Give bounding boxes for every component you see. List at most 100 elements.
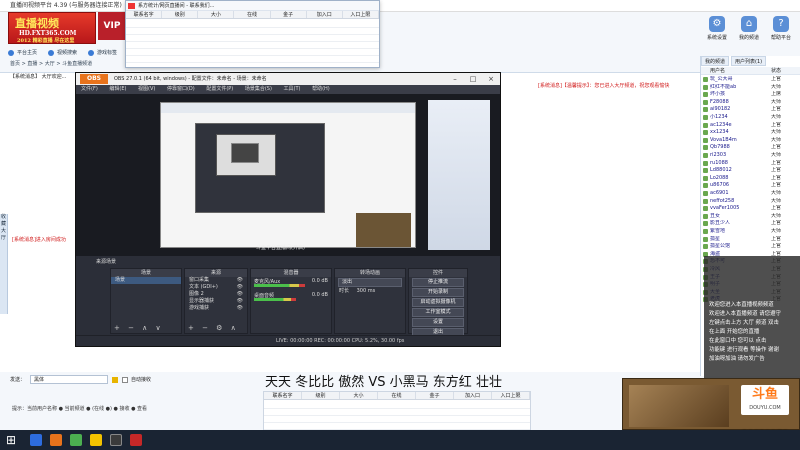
nav-tab-game-tags[interactable]: 游戏标签 [86,47,117,59]
bottom-col-level[interactable]: 级别 [302,392,340,399]
control-button[interactable]: 工作室模式 [412,308,464,317]
sidebar-label-hall[interactable]: 大厅 [0,228,7,242]
folder-icon[interactable] [90,434,102,446]
source-item[interactable]: 显示器捕获 👁 [185,298,247,305]
user-list-item[interactable]: u86706 上官 [701,182,800,190]
color-picker-icon[interactable] [112,377,118,383]
user-list-item[interactable]: Ld88012 上官 [701,167,800,175]
maximize-icon[interactable]: □ [464,73,482,85]
user-list-item[interactable]: F28088 大师 [701,99,800,107]
bottom-col-online[interactable]: 在线 [378,392,416,399]
user-list-item[interactable]: xx1234 大师 [701,129,800,137]
bottom-col-size[interactable]: 大小 [340,392,378,399]
control-button[interactable]: 停止推流 [412,278,464,287]
eye-icon[interactable]: 👁 [237,305,243,312]
user-list-item[interactable]: ai90182 上官 [701,106,800,114]
system-settings-button[interactable]: ⚙ 系统设置 [702,16,732,41]
user-list-item[interactable]: 红红不能ab 大师 [701,84,800,92]
vip-badge[interactable]: VIP [98,12,126,40]
bottom-col-gold[interactable]: 金子 [416,392,454,399]
nav-tab-home[interactable]: 平台主页 [6,47,37,59]
user-list-item[interactable]: ac6901 大师 [701,190,800,198]
system-settings-label: 系统设置 [706,35,727,41]
eye-icon[interactable]: 👁 [237,291,243,298]
user-list-item[interactable]: Qb7988 上官 [701,144,800,152]
tab-my-channel[interactable]: 我的频道 [701,56,730,66]
menu-edit[interactable]: 编辑(E) [104,85,131,94]
browser-icon[interactable] [30,434,42,446]
minimize-icon[interactable]: – [446,73,464,85]
site-logo[interactable]: 直播视频 HD.FXT365.COM 2012 精彩直播 尽在这里 [8,12,96,44]
my-channel-button[interactable]: ⌂ 我的频道 [734,16,764,41]
user-list-item[interactable]: 丑女 大师 [701,213,800,221]
source-item[interactable]: 游戏捕获 👁 [185,305,247,312]
bottom-col-name[interactable]: 联系名字 [264,392,302,399]
user-list-item[interactable]: 坏小孩 上席 [701,91,800,99]
windows-start-icon[interactable]: ⊞ [4,433,18,447]
menu-scene-collection[interactable]: 场景集合(S) [240,85,277,94]
nav-tab-video-search[interactable]: 视频搜索 [46,47,77,59]
user-list-item[interactable]: 玩_公大哥 上官 [701,76,800,84]
control-button[interactable]: 启动虚拟摄像机 [412,298,464,307]
sidebar-label-favorites[interactable]: 收藏 [0,214,7,228]
popup-col-name[interactable]: 联系名字 [126,11,163,18]
sources-toolbar[interactable]: + − ⚙ ∧ ∨ [185,324,247,341]
user-list-item[interactable]: vvaFer1005 上官 [701,205,800,213]
user-list-item[interactable]: ru1088 上官 [701,160,800,168]
menu-tools[interactable]: 工具(T) [279,85,306,94]
user-icon [703,153,708,158]
user-list-item[interactable]: Lo2088 上官 [701,175,800,183]
app-icon[interactable] [50,434,62,446]
menu-docks[interactable]: 停靠窗口(D) [162,85,200,94]
user-list-item[interactable]: 影丑少人 上官 [701,220,800,228]
obs-preview[interactable]: 斗鱼平台直播间(开启) [76,94,500,256]
popup-col-join[interactable]: 加入口 [307,11,343,18]
app-icon[interactable] [130,434,142,446]
source-item[interactable]: 图像 2 👁 [185,291,247,298]
bottom-col-join[interactable]: 加入口 [454,392,492,399]
user-list-item[interactable]: Vova1B4m 大师 [701,137,800,145]
user-name: Ld88012 [710,167,732,174]
source-item[interactable]: 文本 (GDI+) 👁 [185,284,247,291]
scene-item[interactable]: 场景 [111,277,181,284]
user-list-item[interactable]: 孤星 上官 [701,236,800,244]
obs-taskbar-icon[interactable] [110,434,122,446]
menu-help[interactable]: 帮助(H) [307,85,335,94]
menu-view[interactable]: 视图(V) [133,85,160,94]
font-select[interactable]: 黑体 [30,375,108,384]
transition-select[interactable]: 淡出 [338,278,402,287]
user-list-item[interactable]: 孤星公馆 上官 [701,243,800,251]
auto-receive-checkbox[interactable] [122,377,128,383]
user-list-item[interactable]: neffot258 大师 [701,198,800,206]
user-list-item[interactable]: ac1234e 上官 [701,122,800,130]
popup-col-limit[interactable]: 入口上限 [343,11,379,18]
menu-file[interactable]: 文件(F) [76,85,103,94]
bottom-col-limit[interactable]: 入口上限 [492,392,530,399]
source-item[interactable]: 窗口采集 👁 [185,277,247,284]
popup-col-online[interactable]: 在线 [234,11,271,18]
eye-icon[interactable]: 👁 [237,284,243,291]
scenes-toolbar[interactable]: + − ∧ ∨ [111,324,181,333]
mixer-meter[interactable] [254,284,305,287]
popup-col-level[interactable]: 级别 [162,11,199,18]
user-list-item[interactable]: 小1234 大师 [701,114,800,122]
transition-duration-value[interactable]: 300 ms [357,288,376,294]
control-button[interactable]: 开始录制 [412,288,464,297]
app-icon[interactable] [70,434,82,446]
user-list-item[interactable]: ri2303 大师 [701,152,800,160]
mixer-track[interactable]: 麦克风/Aux 0.0 dB [251,277,331,291]
close-icon[interactable]: × [482,73,500,85]
help-button[interactable]: ? 帮助平台 [766,16,796,41]
control-button[interactable]: 设置 [412,318,464,327]
tab-user-list[interactable]: 用户列表(1) [731,56,767,66]
user-list-item[interactable]: 紫雪地 大师 [701,228,800,236]
menu-profile[interactable]: 配置文件(P) [201,85,238,94]
popup-col-gold[interactable]: 金子 [271,11,307,18]
gear-icon: ⚙ [709,16,725,32]
eye-icon[interactable]: 👁 [237,277,243,284]
user-status: 大师 [771,136,782,143]
popup-col-size[interactable]: 大小 [198,11,235,18]
mixer-track[interactable]: 桌面音频 0.0 dB [251,291,331,305]
eye-icon[interactable]: 👁 [237,298,243,305]
mixer-meter[interactable] [254,298,296,301]
